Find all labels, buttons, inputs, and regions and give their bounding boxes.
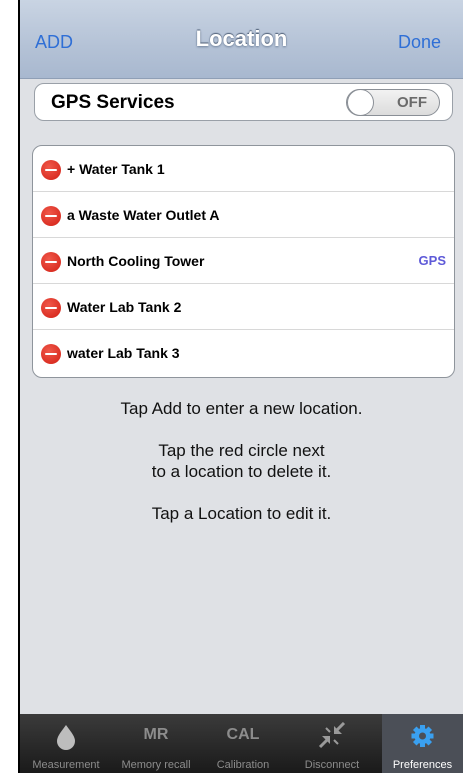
tab-label: Measurement [32,759,100,771]
tab-label: Memory recall [121,759,191,771]
tab-bar: Measurement MR Memory recall CAL Calibra… [20,714,463,773]
location-row[interactable]: a Waste Water Outlet A [33,192,454,238]
instruction-delete-line2: to a location to delete it. [151,462,332,481]
mr-icon: MR [112,722,200,750]
tab-calibration[interactable]: CAL Calibration [200,714,286,773]
gps-services-row: GPS Services OFF [34,83,453,121]
gps-services-label: GPS Services [51,92,175,113]
delete-circle-icon[interactable] [41,298,61,318]
location-list: + Water Tank 1 a Waste Water Outlet A No… [32,145,455,378]
location-row[interactable]: North Cooling Tower GPS [33,238,454,284]
tab-label: Preferences [392,759,453,771]
location-row[interactable]: water Lab Tank 3 [33,330,454,376]
phone-screen: ADD Location Done GPS Services OFF + Wat… [20,0,463,773]
gps-toggle[interactable]: OFF [346,89,440,116]
tab-measurement[interactable]: Measurement [20,714,112,773]
delete-circle-icon[interactable] [41,206,61,226]
toggle-state-label: OFF [397,94,427,111]
location-row[interactable]: Water Lab Tank 2 [33,284,454,330]
location-name: Water Lab Tank 2 [67,299,182,315]
location-name: North Cooling Tower [67,253,205,269]
mr-icon-text: MR [143,726,169,743]
disconnect-icon [286,721,378,750]
location-row[interactable]: + Water Tank 1 [33,146,454,192]
instruction-edit: Tap a Location to edit it. [151,504,332,523]
gps-badge: GPS [418,253,446,268]
instruction-delete-line1: Tap the red circle next [158,441,325,460]
delete-circle-icon[interactable] [41,252,61,272]
delete-circle-icon[interactable] [41,344,61,364]
cal-icon-text: CAL [226,726,260,743]
location-name: + Water Tank 1 [67,161,165,177]
drop-icon [20,722,112,750]
delete-circle-icon[interactable] [41,160,61,180]
page-title: Location [195,26,288,51]
navigation-bar: ADD Location Done [20,0,463,79]
instruction-add: Tap Add to enter a new location. [120,399,363,418]
tab-preferences[interactable]: Preferences [382,714,463,773]
tab-label: Calibration [216,759,270,771]
cal-icon: CAL [200,722,286,750]
toggle-knob [347,89,374,116]
location-name: water Lab Tank 3 [67,345,180,361]
location-name: a Waste Water Outlet A [67,207,220,223]
tab-memory-recall[interactable]: MR Memory recall [112,714,200,773]
tab-label: Disconnect [304,759,360,771]
gear-icon [382,722,463,750]
done-button[interactable]: Done [398,32,441,53]
tab-disconnect[interactable]: Disconnect [286,714,378,773]
